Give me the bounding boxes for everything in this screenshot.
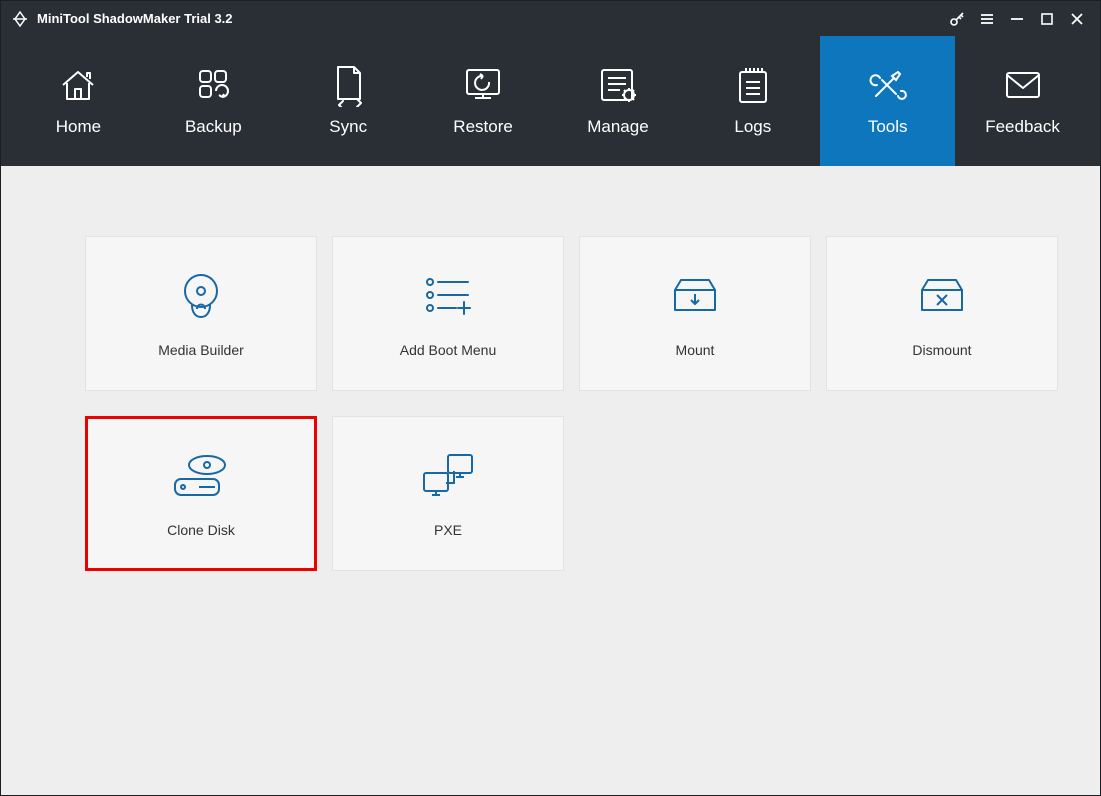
tile-clone-disk[interactable]: Clone Disk: [85, 416, 317, 571]
tile-label: Dismount: [912, 342, 971, 358]
tile-add-boot-menu[interactable]: Add Boot Menu: [332, 236, 564, 391]
sync-icon: [330, 65, 366, 105]
nav-label: Logs: [734, 117, 771, 137]
feedback-icon: [1002, 65, 1044, 105]
window-title: MiniTool ShadowMaker Trial 3.2: [37, 11, 233, 26]
minimize-button[interactable]: [1002, 6, 1032, 32]
app-logo-icon: [11, 10, 29, 28]
titlebar: MiniTool ShadowMaker Trial 3.2: [1, 1, 1100, 36]
tile-label: Add Boot Menu: [400, 342, 497, 358]
nav-manage[interactable]: Manage: [551, 36, 686, 166]
logs-icon: [734, 65, 772, 105]
tile-media-builder[interactable]: Media Builder: [85, 236, 317, 391]
nav-label: Manage: [587, 117, 648, 137]
clone-disk-icon: [169, 450, 233, 500]
menu-icon[interactable]: [972, 6, 1002, 32]
tile-label: Clone Disk: [167, 522, 235, 538]
add-boot-menu-icon: [418, 270, 478, 320]
nav-label: Tools: [868, 117, 908, 137]
nav-tools[interactable]: Tools: [820, 36, 955, 166]
tile-mount[interactable]: Mount: [579, 236, 811, 391]
tools-panel: Media Builder Add Boot Menu Mount Dismou…: [1, 166, 1100, 795]
home-icon: [57, 65, 99, 105]
backup-icon: [192, 65, 234, 105]
nav-label: Restore: [453, 117, 513, 137]
restore-icon: [461, 65, 505, 105]
key-icon[interactable]: [942, 6, 972, 32]
tile-pxe[interactable]: PXE: [332, 416, 564, 571]
nav-sync[interactable]: Sync: [281, 36, 416, 166]
mount-icon: [669, 270, 721, 320]
nav-home[interactable]: Home: [11, 36, 146, 166]
tools-icon: [866, 65, 910, 105]
nav-label: Sync: [329, 117, 367, 137]
nav-logs[interactable]: Logs: [685, 36, 820, 166]
media-builder-icon: [174, 270, 228, 320]
nav-label: Feedback: [985, 117, 1060, 137]
dismount-icon: [916, 270, 968, 320]
nav-label: Home: [56, 117, 101, 137]
nav-restore[interactable]: Restore: [416, 36, 551, 166]
nav-label: Backup: [185, 117, 242, 137]
close-button[interactable]: [1062, 6, 1092, 32]
tools-grid: Media Builder Add Boot Menu Mount Dismou…: [85, 236, 1016, 571]
tile-dismount[interactable]: Dismount: [826, 236, 1058, 391]
tile-label: PXE: [434, 522, 462, 538]
nav-backup[interactable]: Backup: [146, 36, 281, 166]
main-nav: Home Backup Sync Restore Manage Logs T: [1, 36, 1100, 166]
manage-icon: [596, 65, 640, 105]
pxe-icon: [416, 450, 480, 500]
tile-label: Media Builder: [158, 342, 244, 358]
maximize-button[interactable]: [1032, 6, 1062, 32]
nav-feedback[interactable]: Feedback: [955, 36, 1090, 166]
tile-label: Mount: [676, 342, 715, 358]
